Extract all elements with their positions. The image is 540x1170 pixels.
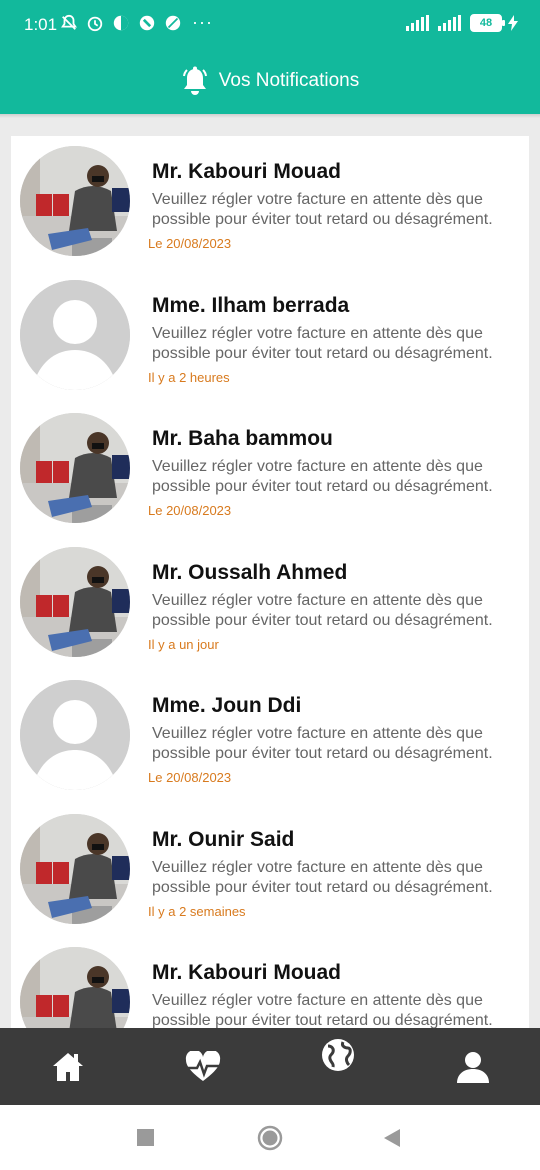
data-saver-icon [113, 15, 129, 31]
page-title: Vos Notifications [218, 70, 360, 91]
notification-item[interactable]: Mr. Kabouri Mouad Veuillez régler votre f… [11, 937, 529, 1028]
notification-date: Il y a un jour [148, 637, 219, 652]
charging-icon [508, 15, 518, 31]
avatar-photo [20, 814, 130, 924]
bell-off-icon [61, 14, 77, 30]
circle-slash-icon [165, 15, 181, 31]
header-shadow [0, 114, 540, 118]
notification-date: Le 20/08/2023 [148, 236, 232, 251]
notification-item[interactable]: Mme. Joun Ddi Veuillez régler votre factu… [11, 670, 529, 804]
notification-message: Veuillez régler votre facture en attente… [152, 325, 493, 362]
home-icon [52, 1052, 83, 1081]
status-notification-icons [60, 14, 182, 32]
tab-profile[interactable] [405, 1028, 540, 1105]
notification-date: Il y a 2 heures [148, 370, 230, 385]
notification-date: Le 20/08/2023 [148, 770, 232, 785]
notification-list[interactable]: Mr. Kabouri Mouad Veuillez régler votre f… [11, 136, 529, 1028]
notification-message: Veuillez régler votre facture en attente… [152, 992, 493, 1028]
notification-sender: Mme. Joun Ddi [152, 694, 302, 717]
tab-home[interactable] [0, 1028, 135, 1105]
notification-date: Le 20/08/2023 [148, 503, 232, 518]
notification-item[interactable]: Mr. Baha bammou Veuillez régler votre fac… [11, 403, 529, 537]
bell-icon [182, 66, 207, 95]
avatar-placeholder [20, 680, 130, 790]
notification-item[interactable]: Mr. Ounir Said Veuillez régler votre fact… [11, 804, 529, 938]
bottom-tab-bar [0, 1028, 540, 1105]
notification-sender: Mr. Oussalh Ahmed [152, 561, 348, 584]
no-entry-icon [139, 15, 155, 31]
notification-date: Il y a 2 semaines [148, 904, 246, 919]
user-icon [456, 1051, 489, 1083]
notification-sender: Mr. Ounir Said [152, 828, 295, 851]
notification-item[interactable]: Mme. Ilham berrada Veuillez régler votre … [11, 270, 529, 404]
avatar-photo [20, 947, 130, 1028]
avatar-photo [20, 547, 130, 657]
avatar-placeholder [20, 280, 130, 390]
globe-icon [321, 1039, 354, 1071]
status-more-dots: ··· [192, 12, 213, 32]
notification-sender: Mr. Baha bammou [152, 427, 333, 450]
tab-health[interactable] [135, 1028, 270, 1105]
status-time: 1:01 [24, 15, 58, 34]
signal-icon [406, 15, 429, 31]
notification-message: Veuillez régler votre facture en attente… [152, 191, 493, 228]
notification-sender: Mr. Kabouri Mouad [152, 961, 341, 984]
heart-pulse-icon [185, 1050, 220, 1081]
notification-item[interactable]: Mr. Oussalh Ahmed Veuillez régler votre f… [11, 537, 529, 671]
system-nav-bar [0, 1105, 540, 1170]
battery-indicator: 48 [470, 14, 505, 32]
notification-item[interactable]: Mr. Kabouri Mouad Veuillez régler votre f… [11, 136, 529, 270]
notification-message: Veuillez régler votre facture en attente… [152, 458, 493, 495]
app-header: Vos Notifications [0, 48, 540, 114]
notification-message: Veuillez régler votre facture en attente… [152, 859, 493, 896]
notification-message: Veuillez régler votre facture en attente… [152, 725, 493, 762]
avatar-photo [20, 146, 130, 256]
tab-explore[interactable] [270, 1028, 405, 1105]
back-button[interactable] [383, 1128, 401, 1148]
notification-sender: Mme. Ilham berrada [152, 294, 350, 317]
notification-sender: Mr. Kabouri Mouad [152, 160, 341, 183]
avatar-photo [20, 413, 130, 523]
status-bar: 1:01 ··· 48 [0, 0, 540, 48]
home-button[interactable] [257, 1125, 283, 1151]
status-right-icons: 48 [406, 14, 518, 32]
notification-message: Veuillez régler votre facture en attente… [152, 592, 493, 629]
alarm-icon [87, 16, 103, 32]
signal-icon [438, 15, 461, 31]
recent-apps-button[interactable] [137, 1129, 155, 1147]
